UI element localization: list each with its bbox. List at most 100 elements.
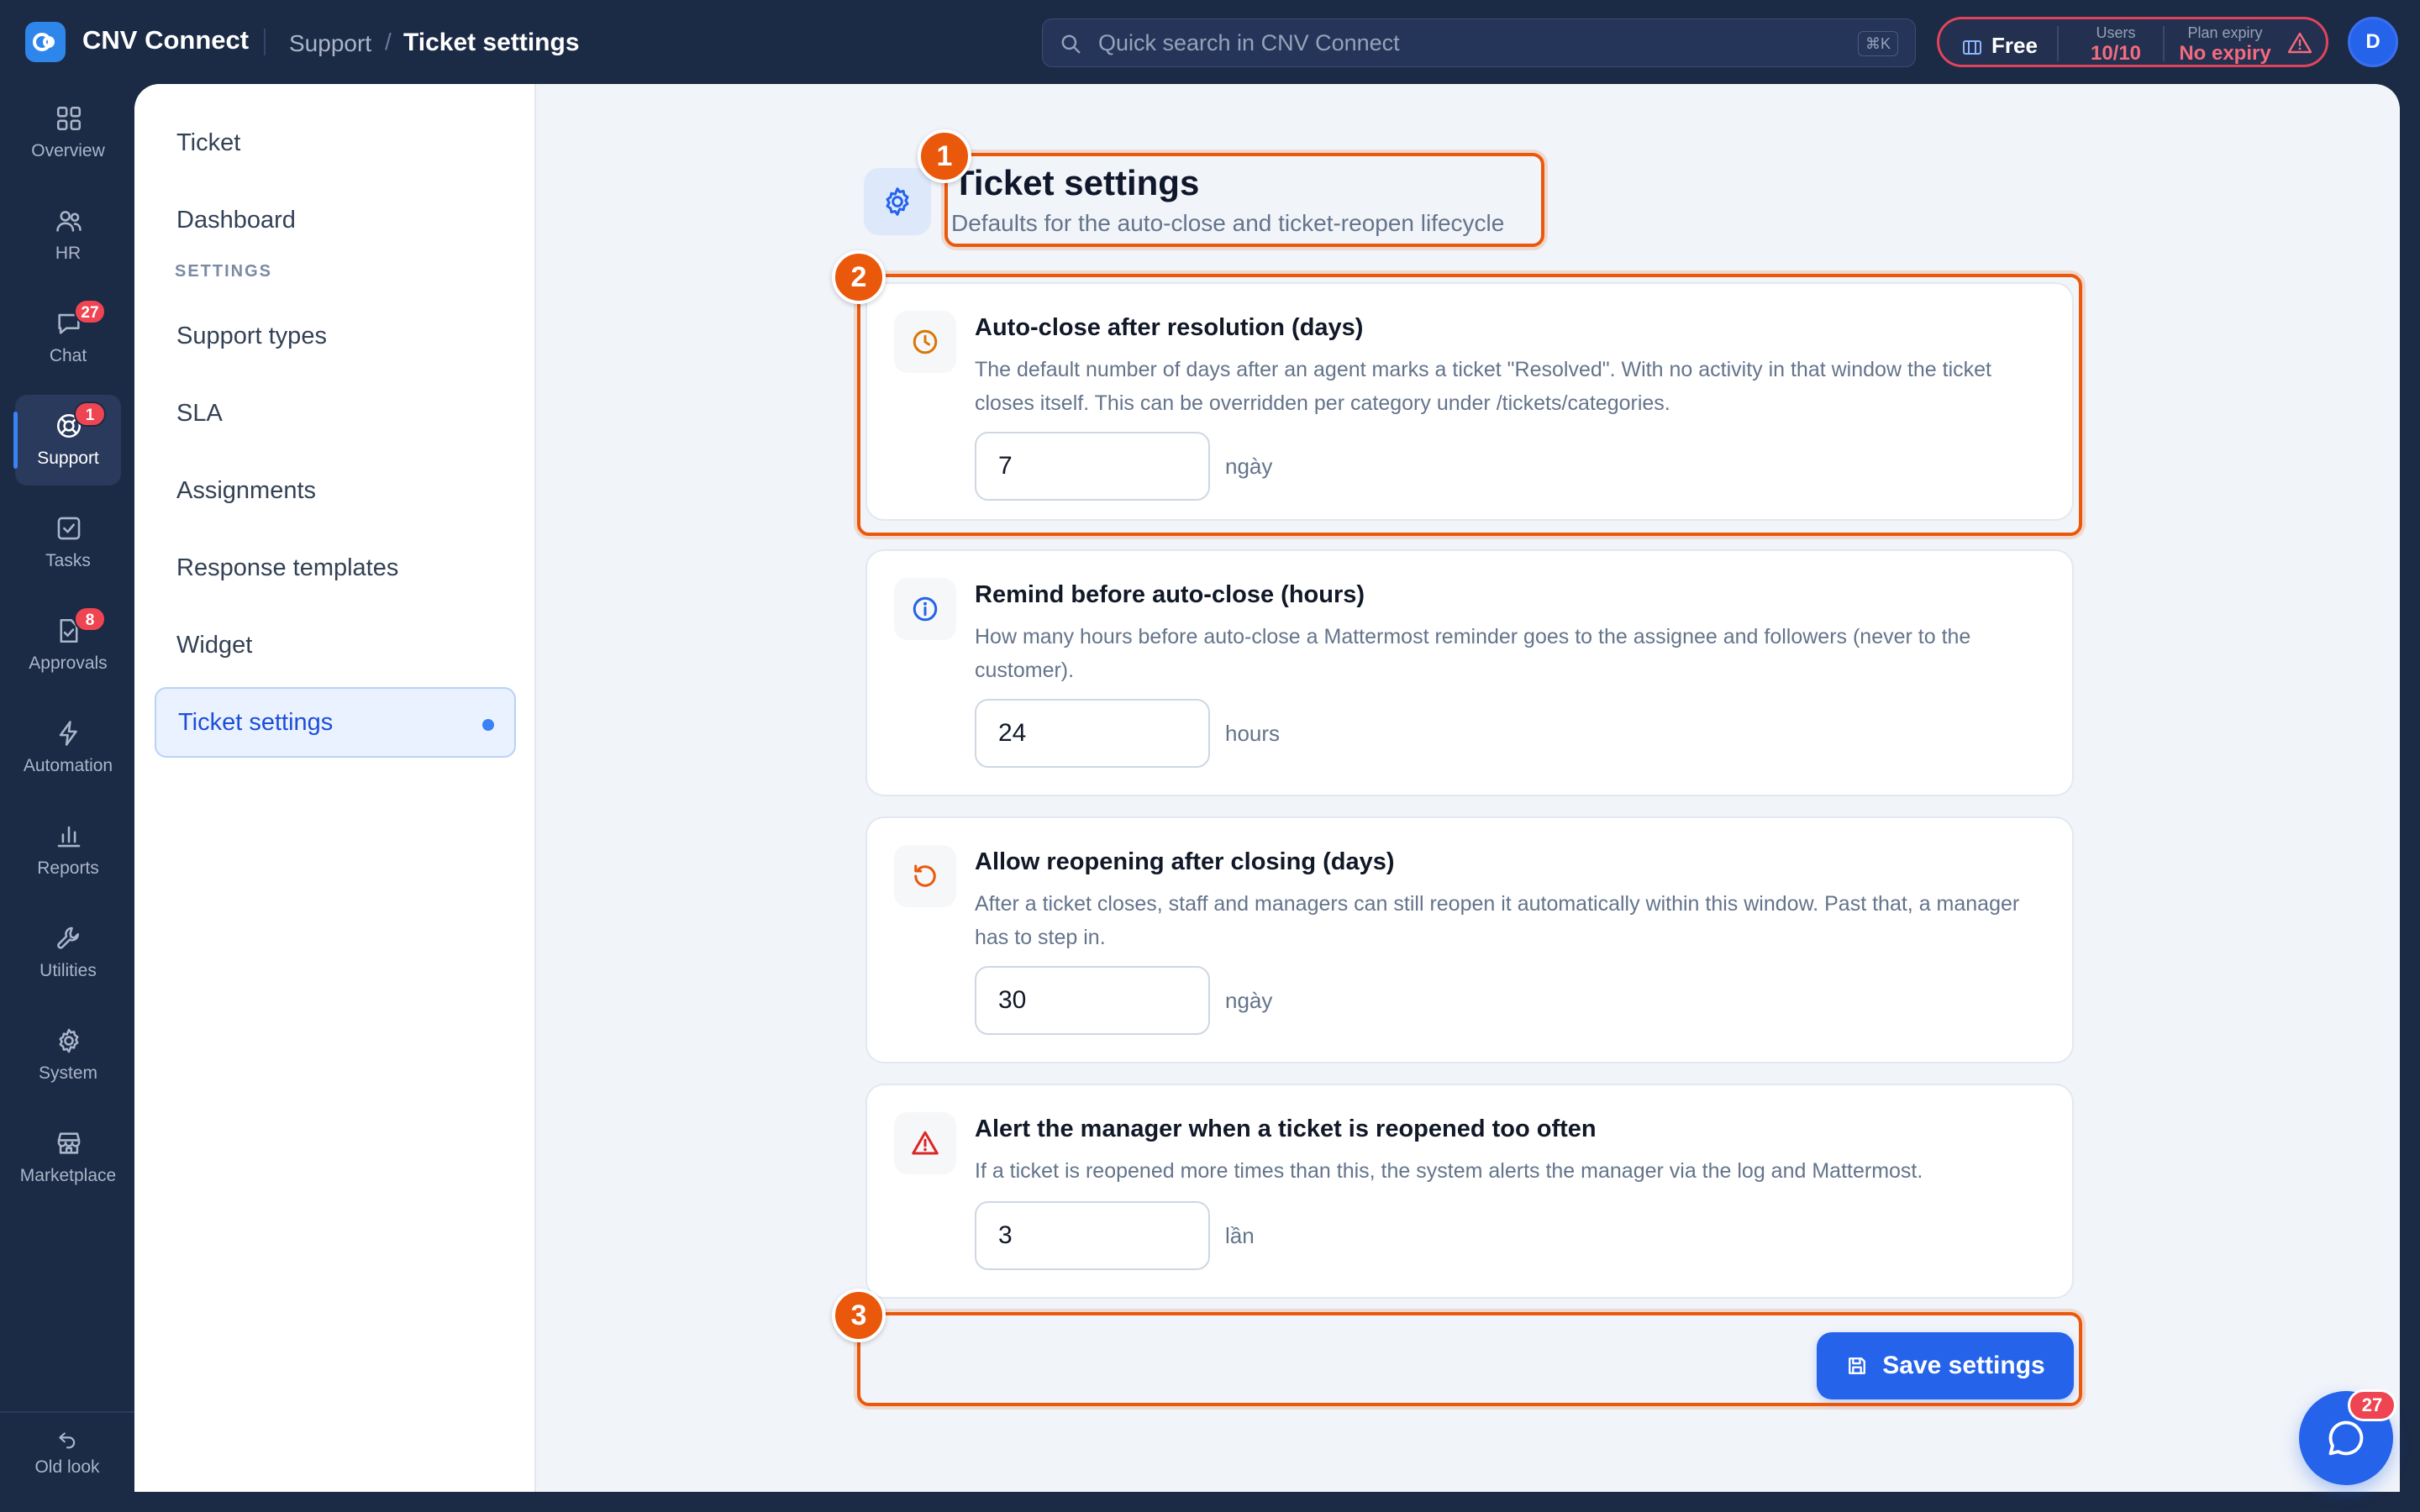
active-indicator-dot	[482, 719, 494, 731]
expiry-label: Plan expiry	[2187, 24, 2263, 41]
warning-icon	[912, 1131, 939, 1155]
subnav-item-support-types[interactable]: Support types	[155, 301, 516, 371]
plan-tier: Free	[1961, 33, 2038, 59]
notification-badge: 8	[74, 606, 106, 632]
rail-label: Overview	[31, 141, 105, 160]
notification-badge: 27	[74, 299, 106, 324]
rail-item-overview[interactable]: Overview	[15, 87, 121, 178]
rail-label: Reports	[37, 858, 99, 878]
grid-icon	[56, 106, 82, 131]
reopen-threshold-input[interactable]	[975, 1201, 1210, 1270]
setting-card-auto-close: Auto-close after resolution (days) The d…	[865, 282, 2074, 521]
subnav-item-ticket-settings[interactable]: Ticket settings	[155, 687, 516, 758]
unit-label: ngày	[1225, 988, 1273, 1013]
clock-icon	[913, 329, 938, 354]
user-avatar[interactable]: D	[2348, 17, 2398, 67]
page-title: Ticket settings	[953, 163, 1200, 202]
app-name: CNV Connect	[82, 25, 250, 55]
rail-item-hr[interactable]: HR	[15, 190, 121, 281]
bar-chart-icon	[57, 826, 81, 848]
setting-title: Allow reopening after closing (days)	[975, 848, 1395, 875]
users-icon	[56, 211, 82, 232]
top-bar: CNV Connect Support / Ticket settings ⌘K…	[0, 0, 2420, 84]
info-icon	[913, 596, 938, 622]
rotate-icon	[914, 864, 936, 887]
support-subnav: Ticket Dashboard SETTINGS Support types …	[134, 84, 536, 1492]
card-icon-container	[894, 1112, 956, 1174]
rail-item-automation[interactable]: Automation	[15, 702, 121, 793]
notification-badge: 1	[74, 402, 106, 427]
divider	[264, 29, 266, 55]
store-icon	[57, 1132, 81, 1154]
card-icon-container	[894, 845, 956, 907]
unit-label: ngày	[1225, 454, 1273, 479]
setting-card-remind: Remind before auto-close (hours) How man…	[865, 549, 2074, 796]
subnav-item-response-templates[interactable]: Response templates	[155, 533, 516, 603]
rail-label: Approvals	[29, 654, 108, 673]
search-input[interactable]	[1098, 19, 1821, 66]
checkbox-icon	[57, 517, 81, 540]
subnav-item-dashboard[interactable]: Dashboard	[155, 185, 516, 255]
old-look-label: Old look	[34, 1457, 100, 1477]
main-navigation-rail: Overview HR 27 Chat 1 Support Tasks 8 Ap…	[0, 84, 134, 1512]
rail-item-system[interactable]: System	[15, 1010, 121, 1100]
breadcrumb-support-link[interactable]: Support	[289, 30, 371, 57]
rail-label: HR	[55, 244, 82, 263]
divider	[0, 1411, 134, 1413]
rail-item-utilities[interactable]: Utilities	[15, 907, 121, 998]
undo-icon	[59, 1432, 76, 1449]
chat-unread-badge: 27	[2348, 1389, 2396, 1421]
rail-item-approvals[interactable]: 8 Approvals	[15, 600, 121, 690]
subnav-item-widget[interactable]: Widget	[155, 610, 516, 680]
annotation-marker-2: 2	[832, 250, 886, 304]
old-look-button[interactable]: Old look	[8, 1428, 126, 1478]
app-logo[interactable]	[25, 22, 66, 62]
breadcrumb-current: Ticket settings	[403, 29, 580, 56]
save-icon	[1849, 1357, 1866, 1374]
card-icon-container	[894, 578, 956, 640]
annotation-marker-1: 1	[918, 129, 971, 183]
wrench-icon	[57, 927, 80, 949]
plan-status-pill[interactable]: Free Users 10/10 Plan expiry No expiry	[1937, 17, 2328, 67]
rail-label: System	[38, 1063, 97, 1083]
page-subtitle: Defaults for the auto-close and ticket-r…	[951, 210, 1505, 236]
rail-label: Tasks	[45, 551, 91, 570]
bolt-icon	[59, 721, 77, 746]
rail-item-reports[interactable]: Reports	[15, 805, 121, 895]
subnav-section-heading: SETTINGS	[175, 262, 273, 281]
rail-label: Support	[37, 449, 99, 468]
remind-hours-input[interactable]	[975, 699, 1210, 768]
setting-title: Auto-close after resolution (days)	[975, 314, 1364, 341]
expiry-value: No expiry	[2179, 42, 2271, 65]
logo-icon	[33, 33, 55, 51]
rail-item-marketplace[interactable]: Marketplace	[15, 1112, 121, 1203]
chat-bubble-icon	[2328, 1420, 2364, 1456]
rail-label: Automation	[23, 756, 113, 775]
search-shortcut-hint: ⌘K	[1857, 31, 1898, 56]
auto-close-days-input[interactable]	[975, 432, 1210, 501]
reopen-days-input[interactable]	[975, 966, 1210, 1035]
gear-icon	[59, 1028, 79, 1053]
global-search[interactable]: ⌘K	[1042, 18, 1916, 67]
building-icon	[1963, 39, 1981, 55]
divider	[2057, 26, 2059, 61]
subnav-item-sla[interactable]: SLA	[155, 378, 516, 449]
rail-item-chat[interactable]: 27 Chat	[15, 292, 121, 383]
save-settings-button[interactable]: Save settings	[1817, 1332, 2074, 1399]
rail-item-tasks[interactable]: Tasks	[15, 497, 121, 588]
users-value: 10/10	[2090, 42, 2142, 65]
gear-icon	[886, 187, 909, 216]
subnav-item-assignments[interactable]: Assignments	[155, 455, 516, 526]
setting-description: The default number of days after an agen…	[975, 358, 1991, 415]
users-label: Users	[2096, 24, 2136, 41]
subnav-item-ticket[interactable]: Ticket	[155, 108, 516, 178]
setting-description: After a ticket closes, staff and manager…	[975, 892, 2020, 949]
setting-title: Alert the manager when a ticket is reope…	[975, 1116, 1597, 1142]
divider	[2163, 26, 2165, 61]
content-area: Ticket Dashboard SETTINGS Support types …	[134, 84, 2400, 1492]
rail-item-support[interactable]: 1 Support	[13, 395, 121, 486]
unit-label: hours	[1225, 721, 1281, 746]
search-icon	[1061, 34, 1081, 54]
plan-expiry: Plan expiry No expiry	[2171, 24, 2279, 66]
setting-description: How many hours before auto-close a Matte…	[975, 625, 1971, 682]
